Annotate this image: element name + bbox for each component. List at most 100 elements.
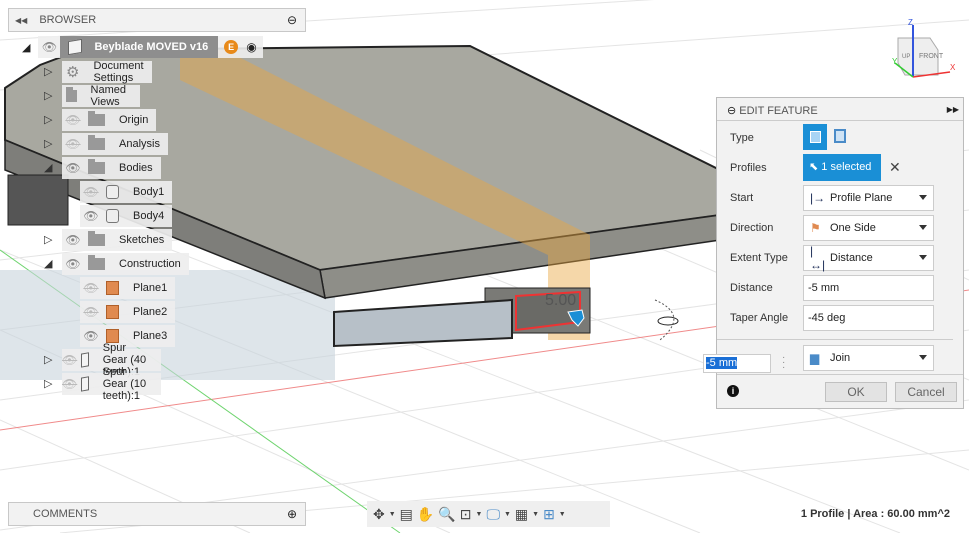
chevron-down-icon: [919, 355, 927, 360]
eye-icon[interactable]: 👁: [80, 209, 102, 223]
grid-icon[interactable]: ▦: [515, 506, 528, 523]
browser-root[interactable]: ◢ 👁 Beyblade MOVED v16 E ◉: [22, 36, 263, 58]
viewcube-up-face[interactable]: UP: [902, 54, 910, 60]
add-comment-icon[interactable]: ⊕: [287, 507, 297, 521]
expanded-triangle-icon[interactable]: ◢: [44, 257, 56, 271]
chevron-down-icon[interactable]: ▼: [504, 511, 511, 518]
eye-hidden-icon[interactable]: 👁: [80, 185, 102, 199]
folder-icon: [88, 111, 105, 126]
minimize-icon[interactable]: ⊖: [287, 13, 297, 27]
browser-item-label: Plane2: [133, 306, 168, 318]
info-icon[interactable]: i: [727, 385, 739, 397]
browser-item-label: Construction: [119, 258, 181, 270]
chevron-down-icon[interactable]: ▼: [559, 511, 566, 518]
eye-icon[interactable]: 👁: [62, 257, 84, 271]
expand-dialog-icon[interactable]: ▶▶: [947, 105, 959, 114]
look-at-icon[interactable]: ▤: [400, 506, 413, 523]
start-label: Start: [730, 192, 754, 204]
clear-selection-icon[interactable]: ✕: [889, 159, 901, 176]
gear-icon: ⚙: [66, 64, 80, 81]
plane-icon: [106, 329, 119, 343]
orbit-icon[interactable]: ✥: [373, 506, 385, 523]
component-icon: [81, 376, 89, 392]
plane-icon: [106, 305, 119, 319]
direction-select[interactable]: ⚑ One Side: [803, 215, 934, 241]
taper-angle-manipulator[interactable]: [657, 316, 679, 326]
body-icon: [106, 185, 119, 199]
eye-hidden-icon[interactable]: 👁: [62, 137, 84, 151]
profiles-value: 1 selected: [821, 161, 872, 173]
chevron-down-icon: [919, 225, 927, 230]
browser-item-label: Body4: [133, 210, 165, 222]
browser-header[interactable]: ◀◀ BROWSER ⊖: [8, 8, 306, 32]
eye-hidden-icon[interactable]: 👁: [62, 353, 77, 367]
eye-icon[interactable]: 👁: [80, 329, 102, 343]
eye-icon[interactable]: 👁: [62, 233, 84, 247]
collapsed-triangle-icon[interactable]: ▷: [44, 137, 56, 151]
taper-angle-label: Taper Angle: [730, 312, 789, 324]
expanded-triangle-icon[interactable]: ◢: [22, 41, 30, 54]
eye-hidden-icon[interactable]: 👁: [62, 113, 84, 127]
collapsed-triangle-icon[interactable]: ▷: [44, 65, 56, 79]
folder-icon: [88, 231, 105, 246]
eye-hidden-icon[interactable]: 👁: [80, 281, 102, 295]
status-text: 1 Profile | Area : 60.00 mm^2: [800, 508, 950, 520]
operation-select[interactable]: ▆ Join: [803, 345, 934, 371]
direction-label: Direction: [730, 222, 774, 234]
viewcube-front-face[interactable]: FRONT: [919, 53, 944, 60]
pan-icon[interactable]: ✋: [417, 506, 434, 523]
cancel-button[interactable]: Cancel: [895, 382, 957, 402]
distance-icon: |↔|: [810, 244, 826, 272]
distance-input[interactable]: -5 mm: [803, 275, 934, 301]
distance-label: Distance: [730, 282, 773, 294]
type-solid-button[interactable]: [803, 124, 827, 150]
expanded-triangle-icon[interactable]: ◢: [44, 161, 56, 175]
z-axis-label: Z: [908, 18, 913, 27]
collapse-panel-icon[interactable]: ◀◀: [15, 16, 27, 25]
collapsed-triangle-icon[interactable]: ▷: [44, 353, 56, 367]
browser-item-label: Analysis: [119, 138, 160, 150]
operation-value: Join: [830, 352, 851, 364]
browser-item-label: Bodies: [119, 162, 153, 174]
comments-panel[interactable]: COMMENTS ⊕: [8, 502, 306, 526]
folder-icon: [66, 87, 77, 102]
floating-distance-input[interactable]: -5 mm: [703, 354, 771, 373]
navigation-toolbar: ✥ ▼ ▤ ✋ 🔍 ⊡ ▼ 🖵 ▼ ▦ ▼ ⊞ ▼: [367, 501, 610, 527]
eye-hidden-icon[interactable]: 👁: [62, 377, 77, 391]
fit-icon[interactable]: ⊡: [460, 506, 472, 523]
collapsed-triangle-icon[interactable]: ▷: [44, 233, 56, 247]
chevron-down-icon[interactable]: ▼: [389, 511, 396, 518]
dimension-label: 5.00: [545, 292, 576, 309]
direction-value: One Side: [830, 222, 876, 234]
collapsed-triangle-icon[interactable]: ▷: [44, 377, 56, 391]
chevron-down-icon[interactable]: ▼: [532, 511, 539, 518]
activate-radio-icon[interactable]: ◉: [246, 40, 256, 54]
collapsed-triangle-icon[interactable]: ▷: [44, 113, 56, 127]
more-options-icon[interactable]: · · ·: [782, 353, 785, 373]
eye-icon[interactable]: 👁: [62, 161, 84, 175]
profiles-selection-button[interactable]: ⬉ 1 selected: [803, 154, 881, 181]
browser-item-label: Spur Gear (10 teeth):1: [102, 366, 147, 402]
chevron-down-icon[interactable]: ▼: [476, 511, 483, 518]
viewcube[interactable]: Z X Y UP FRONT: [892, 18, 956, 78]
browser-item-label: Named Views: [90, 84, 126, 108]
browser-item-label: Document Settings: [93, 60, 144, 84]
folder-icon: [88, 135, 105, 150]
eye-icon[interactable]: 👁: [38, 36, 61, 58]
taper-angle-input[interactable]: -45 deg: [803, 305, 934, 331]
cursor-icon: ⬉: [809, 161, 822, 173]
start-value: Profile Plane: [830, 192, 893, 204]
start-select[interactable]: |→ Profile Plane: [803, 185, 934, 211]
extent-type-label: Extent Type: [730, 252, 788, 264]
type-surface-button[interactable]: [834, 129, 846, 143]
join-icon: ▆: [810, 351, 820, 365]
viewports-icon[interactable]: ⊞: [543, 506, 555, 523]
edit-badge[interactable]: E: [224, 40, 239, 54]
collapsed-triangle-icon[interactable]: ▷: [44, 89, 56, 103]
extent-type-select[interactable]: |↔| Distance: [803, 244, 934, 272]
eye-hidden-icon[interactable]: 👁: [80, 305, 102, 319]
ok-button[interactable]: OK: [825, 382, 887, 402]
zoom-icon[interactable]: 🔍: [438, 506, 455, 523]
collapse-dialog-icon[interactable]: ⊖: [727, 105, 736, 117]
display-settings-icon[interactable]: 🖵: [486, 506, 500, 523]
